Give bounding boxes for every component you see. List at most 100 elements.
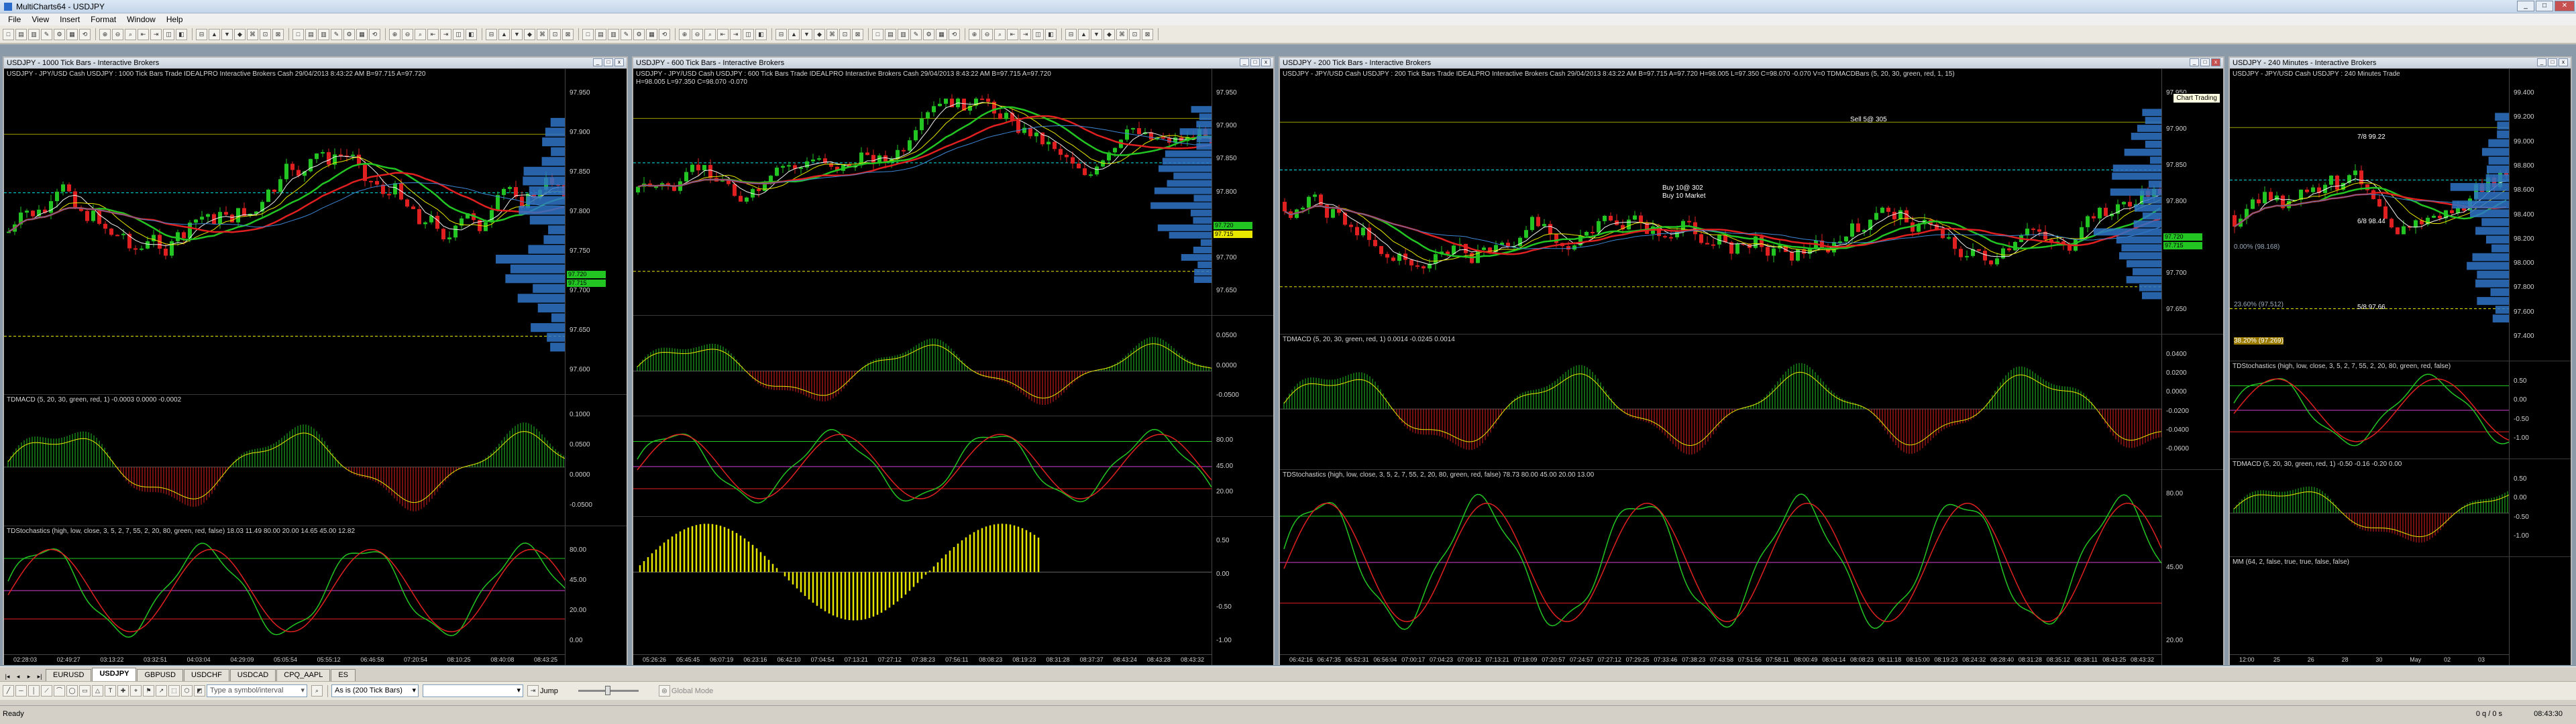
drawing-tool-icon[interactable]: ▭	[79, 685, 91, 697]
drawing-tool-icon[interactable]: ⌒	[54, 685, 65, 697]
macd-axis[interactable]: 0.0400 0.0200 0.0000 -0.0200 -0.0400 -0.0600	[2161, 335, 2223, 469]
oscillator-axis[interactable]: 0.50 0.00 -0.50 -1.00	[1212, 517, 1273, 665]
order-annotation[interactable]: Buy 10@ 302	[1662, 184, 1703, 192]
minimize-button[interactable]: _	[2517, 1, 2534, 11]
toolbar-tool-icon[interactable]: ⊡	[839, 28, 851, 40]
toolbar-tool-icon[interactable]: ⊠	[852, 28, 863, 40]
toolbar-tool-icon[interactable]: ⊖	[692, 28, 703, 40]
time-axis[interactable]: 12:00 25 26 28 30 May 02 03	[2230, 654, 2509, 665]
window-minimize-button[interactable]: _	[2537, 58, 2546, 66]
window-minimize-button[interactable]: _	[593, 58, 602, 66]
window-title[interactable]: USDJPY - 1000 Tick Bars - Interactive Br…	[4, 58, 627, 68]
window-close-button[interactable]: x	[2211, 58, 2220, 66]
window-title[interactable]: USDJPY - 200 Tick Bars - Interactive Bro…	[1280, 58, 2223, 68]
toolbar-tool-icon[interactable]: ▥	[608, 28, 619, 40]
mm-axis[interactable]	[2509, 557, 2571, 665]
chart-window-1000-tick[interactable]: USDJPY - 1000 Tick Bars - Interactive Br…	[3, 56, 628, 665]
toolbar-tool-icon[interactable]: ⚙	[343, 28, 355, 40]
menu-insert[interactable]: Insert	[54, 15, 85, 24]
stochastics-axis[interactable]: 80.00 45.00 20.00 0.00	[565, 526, 627, 665]
symbol-tab[interactable]: USDJPY	[92, 668, 137, 681]
symbol-tab[interactable]: GBPUSD	[137, 669, 183, 681]
window-title[interactable]: USDJPY - 600 Tick Bars - Interactive Bro…	[633, 58, 1273, 68]
window-maximize-button[interactable]: □	[1250, 58, 1260, 66]
tab-first-icon[interactable]: |◂	[3, 672, 12, 681]
toolbar-tool-icon[interactable]: ⇥	[440, 28, 451, 40]
drawing-tool-icon[interactable]: ⬚	[168, 685, 180, 697]
toolbar-tool-icon[interactable]: ⊠	[1142, 28, 1153, 40]
toolbar-tool-icon[interactable]: □	[3, 28, 14, 40]
symbol-tab[interactable]: EURUSD	[46, 669, 92, 681]
macd-pane[interactable]: TDMACD (5, 20, 30, green, red, 1) 0.0014…	[1280, 334, 2223, 469]
time-axis[interactable]: 05:26:26 05:45:45 06:07:19 06:23:16 06:42:10…	[633, 654, 1212, 665]
toolbar-tool-icon[interactable]: ⊠	[562, 28, 574, 40]
drawing-tool-icon[interactable]: T	[105, 685, 116, 697]
stochastics-pane[interactable]: TDStochastics (high, low, close, 3, 5, 2…	[4, 526, 627, 665]
maximize-button[interactable]: □	[2536, 1, 2553, 11]
toolbar-tool-icon[interactable]: ⚙	[633, 28, 645, 40]
menu-file[interactable]: File	[3, 15, 26, 24]
toolbar-tool-icon[interactable]: ⌘	[1116, 28, 1128, 40]
toolbar-tool-icon[interactable]: ⇤	[1007, 28, 1018, 40]
stochastics-pane[interactable]: TDStochastics (high, low, close, 3, 5, 2…	[2230, 361, 2571, 459]
toolbar-tool-icon[interactable]: □	[292, 28, 304, 40]
toolbar-tool-icon[interactable]: ⇤	[427, 28, 439, 40]
toolbar-tool-icon[interactable]: ◫	[453, 28, 464, 40]
chart-window-240-min[interactable]: USDJPY - 240 Minutes - Interactive Broke…	[2229, 56, 2572, 665]
order-annotation[interactable]: Sell 5@ 305	[1850, 116, 1887, 123]
toolbar-tool-icon[interactable]: ⊟	[486, 28, 497, 40]
jump-button[interactable]: Jump	[540, 687, 558, 695]
toolbar-tool-icon[interactable]: ▦	[646, 28, 657, 40]
menu-view[interactable]: View	[26, 15, 54, 24]
toolbar-tool-icon[interactable]: ◆	[234, 28, 246, 40]
stochastics-pane[interactable]: 80.00 45.00 20.00	[633, 416, 1273, 516]
toolbar-tool-icon[interactable]: ⊕	[389, 28, 400, 40]
price-axis[interactable]: 99.400 99.200 99.000 98.800 98.600 98.400 98.2…	[2509, 69, 2571, 361]
price-axis[interactable]: 97.95097.90097.85097.80097.75097.70097.6…	[2161, 69, 2223, 334]
toolbar-tool-icon[interactable]: ◫	[163, 28, 174, 40]
macd-pane[interactable]: 0.0500 0.0000 -0.0500	[633, 315, 1273, 416]
date-input[interactable]	[423, 684, 523, 697]
close-button[interactable]: ✕	[2555, 1, 2575, 11]
toolbar-tool-icon[interactable]: ⟲	[369, 28, 380, 40]
window-maximize-button[interactable]: □	[2548, 58, 2557, 66]
toolbar-tool-icon[interactable]: ▼	[511, 28, 523, 40]
toolbar-tool-icon[interactable]: ⌘	[537, 28, 548, 40]
toolbar-tool-icon[interactable]: ◧	[755, 28, 767, 40]
toolbar-tool-icon[interactable]: ▦	[66, 28, 78, 40]
tab-last-icon[interactable]: ▸|	[35, 672, 44, 681]
jump-icon[interactable]: ⇥	[527, 685, 539, 697]
global-mode-toggle[interactable]: Global Mode	[672, 687, 713, 695]
drawing-tool-icon[interactable]: ◩	[194, 685, 205, 697]
price-axis[interactable]: 97.95097.90097.85097.80097.75097.70097.6…	[565, 69, 627, 394]
symbol-tab[interactable]: USDCAD	[229, 669, 276, 681]
drawing-tool-icon[interactable]: ⌖	[130, 685, 142, 697]
toolbar-tool-icon[interactable]: ⊟	[1065, 28, 1077, 40]
toolbar-tool-icon[interactable]: ◧	[1045, 28, 1057, 40]
toolbar-tool-icon[interactable]: ⊖	[402, 28, 413, 40]
drawing-tool-icon[interactable]: ⟋	[41, 685, 52, 697]
toolbar-tool-icon[interactable]: ⇥	[1020, 28, 1031, 40]
toolbar-tool-icon[interactable]: ⊕	[99, 28, 111, 40]
toolbar-tool-icon[interactable]: ⊡	[260, 28, 271, 40]
toolbar-tool-icon[interactable]: ⊡	[1129, 28, 1140, 40]
stochastics-axis[interactable]: 80.00 45.00 20.00	[1212, 416, 1273, 516]
toolbar-tool-icon[interactable]: ⟲	[949, 28, 960, 40]
toolbar-tool-icon[interactable]: ◫	[743, 28, 754, 40]
toolbar-tool-icon[interactable]: ▦	[356, 28, 368, 40]
symbol-tab[interactable]: ES	[331, 669, 356, 681]
drawing-tool-icon[interactable]: ✚	[117, 685, 129, 697]
toolbar-tool-icon[interactable]: ⊕	[969, 28, 980, 40]
scroll-slider[interactable]	[578, 686, 639, 695]
drawing-tool-icon[interactable]: ◯	[66, 685, 78, 697]
toolbar-tool-icon[interactable]: ⇤	[717, 28, 729, 40]
symbol-tab[interactable]: CPQ_AAPL	[276, 669, 331, 681]
toolbar-tool-icon[interactable]: ⌕	[704, 28, 716, 40]
toolbar-tool-icon[interactable]: ✎	[621, 28, 632, 40]
toolbar-tool-icon[interactable]: ⊕	[679, 28, 690, 40]
toolbar-tool-icon[interactable]: ⚙	[54, 28, 65, 40]
macd-pane[interactable]: TDMACD (5, 20, 30, green, red, 1) -0.50 …	[2230, 459, 2571, 556]
toolbar-tool-icon[interactable]: ◫	[1032, 28, 1044, 40]
toolbar-tool-icon[interactable]: ◆	[814, 28, 825, 40]
toolbar-tool-icon[interactable]: ✎	[910, 28, 922, 40]
